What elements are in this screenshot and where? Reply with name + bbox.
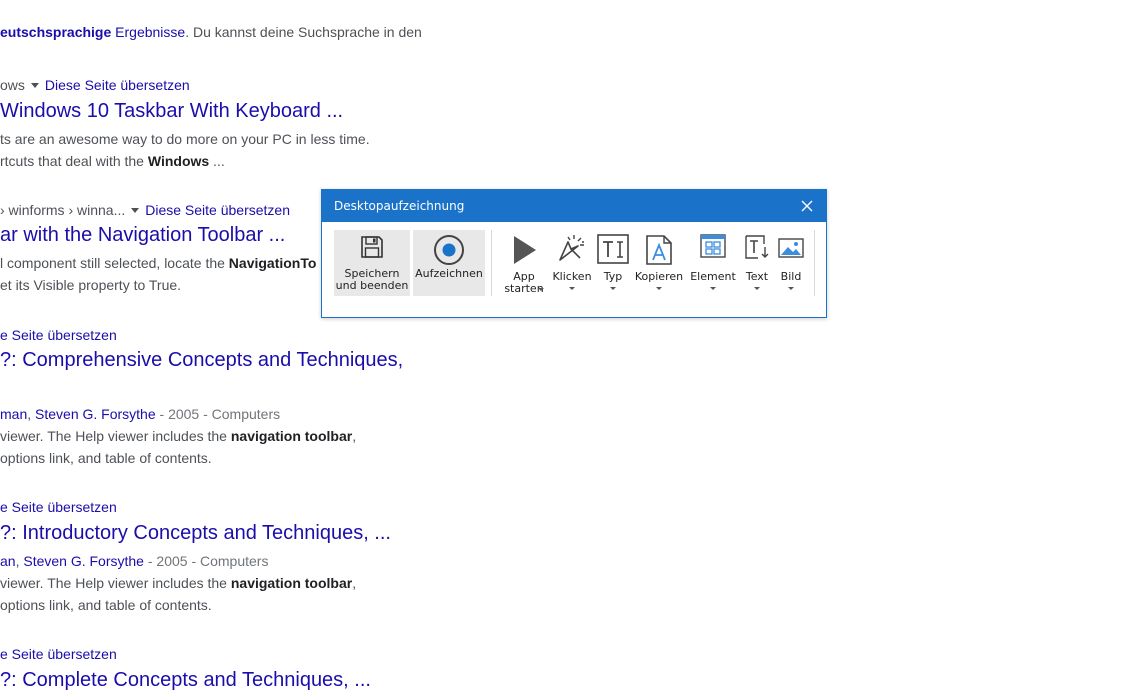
result-title[interactable]: ?: Complete Concepts and Techniques, ... <box>0 669 371 692</box>
result-snippet: ts are an awesome way to do more on your… <box>0 131 370 147</box>
result-snippet: options link, and table of contents. <box>0 450 212 466</box>
result-snippet: rtcuts that deal with the Windows ... <box>0 153 225 169</box>
dialog-title: Desktopaufzeichnung <box>334 199 465 213</box>
copy-button[interactable]: Kopieren <box>634 230 684 296</box>
result-meta: an, Steven G. Forsythe - 2005 - Computer… <box>0 553 269 569</box>
result-2-crumb-row: › winforms › winna... Diese Seite überset… <box>0 202 290 218</box>
record-icon <box>434 235 464 265</box>
record-button[interactable]: Aufzeichnen <box>413 230 485 296</box>
caret-down-icon[interactable] <box>131 207 140 213</box>
floppy-disk-icon <box>361 236 383 258</box>
text-button[interactable]: Text <box>742 230 772 296</box>
recording-toolbar: Speichern und beenden Aufzeichnen App star… <box>332 228 816 298</box>
author-link[interactable]: an <box>0 553 16 569</box>
caret-down-icon[interactable] <box>30 82 39 88</box>
author-link[interactable]: man <box>0 406 27 422</box>
result-meta-info: - 2005 - Computers <box>143 553 269 569</box>
chevron-down-icon[interactable] <box>788 287 794 290</box>
record-label: Aufzeichnen <box>415 267 483 280</box>
chevron-down-icon[interactable] <box>710 287 716 290</box>
element-button[interactable]: Element <box>688 230 738 296</box>
author-link[interactable]: Steven G. Forsythe <box>35 406 156 422</box>
author-link[interactable]: Steven G. Forsythe <box>23 553 144 569</box>
result-title[interactable]: ar with the Navigation Toolbar ... <box>0 224 285 247</box>
element-label: Element <box>690 270 736 283</box>
chevron-down-icon[interactable] <box>538 288 544 291</box>
language-link-bold[interactable]: eutschsprachige <box>0 24 111 40</box>
image-label: Bild <box>780 270 802 283</box>
image-icon <box>778 238 804 258</box>
copy-label: Kopieren <box>634 270 684 283</box>
click-label: Klicken <box>552 270 592 283</box>
image-button[interactable]: Bild <box>776 230 806 296</box>
translate-link[interactable]: e Seite übersetzen <box>0 499 117 515</box>
close-icon <box>801 200 813 212</box>
chevron-down-icon[interactable] <box>754 287 760 290</box>
chevron-down-icon[interactable] <box>610 287 616 290</box>
dialog-titlebar[interactable]: Desktopaufzeichnung <box>322 190 826 222</box>
result-breadcrumb: › winforms › winna... <box>0 202 126 218</box>
translate-link[interactable]: e Seite übersetzen <box>0 646 117 662</box>
result-snippet: et its Visible property to True. <box>0 277 182 293</box>
translate-link[interactable]: e Seite übersetzen <box>0 327 117 343</box>
element-window-icon <box>700 234 726 258</box>
save-label-2: und beenden <box>335 279 409 292</box>
launch-app-button[interactable]: App starten <box>500 230 548 296</box>
get-text-icon <box>745 235 769 259</box>
type-label: Typ <box>603 270 623 283</box>
click-button[interactable]: Klicken <box>552 230 592 296</box>
result-breadcrumb: ows <box>0 77 25 93</box>
save-and-finish-button[interactable]: Speichern und beenden <box>334 230 410 296</box>
language-notice: eutschsprachige Ergebnisse. Du kannst de… <box>0 24 422 40</box>
result-title[interactable]: ?: Introductory Concepts and Techniques,… <box>0 522 391 545</box>
result-snippet: viewer. The Help viewer includes the nav… <box>0 575 357 591</box>
play-icon <box>514 236 536 264</box>
result-meta-info: - 2005 - Computers <box>155 406 281 422</box>
result-title[interactable]: Windows 10 Taskbar With Keyboard ... <box>0 100 343 123</box>
chevron-down-icon[interactable] <box>569 287 575 290</box>
toolbar-separator <box>491 230 492 296</box>
result-title[interactable]: ?: Comprehensive Concepts and Techniques… <box>0 349 403 372</box>
desktop-recording-dialog: Desktopaufzeichnung Speichern und beenden <box>321 189 827 318</box>
type-button[interactable]: Typ <box>596 230 630 296</box>
type-text-icon <box>597 234 629 264</box>
translate-link[interactable]: Diese Seite übersetzen <box>45 77 190 93</box>
cursor-click-icon <box>559 235 584 261</box>
result-1-crumb-row: ows Diese Seite übersetzen <box>0 77 190 93</box>
translate-link[interactable]: Diese Seite übersetzen <box>145 202 290 218</box>
chevron-down-icon[interactable] <box>656 287 662 290</box>
result-meta: man, Steven G. Forsythe - 2005 - Compute… <box>0 406 281 422</box>
language-link[interactable]: Ergebnisse <box>115 24 185 40</box>
result-snippet: options link, and table of contents. <box>0 597 212 613</box>
copy-text-icon <box>646 235 672 265</box>
text-label: Text <box>745 270 769 283</box>
toolbar-separator <box>814 230 815 296</box>
result-snippet: viewer. The Help viewer includes the nav… <box>0 428 357 444</box>
close-button[interactable] <box>794 193 820 219</box>
language-notice-text: . Du kannst deine Suchsprache in den <box>185 24 422 40</box>
result-snippet: l component still selected, locate the N… <box>0 255 317 271</box>
